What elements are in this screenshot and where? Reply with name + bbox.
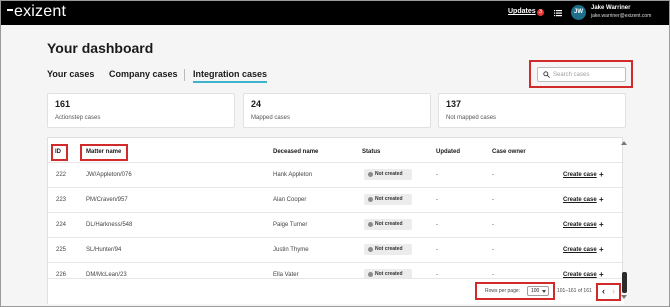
rows-per-page-value: 100 [531, 288, 540, 294]
rows-per-page-label: Rows per page: [485, 288, 521, 294]
status-badge: Not created [364, 244, 412, 255]
top-bar: exizent Updates 3 JW Jake Warriner jake.… [1, 1, 669, 25]
plus-icon[interactable]: + [599, 170, 604, 179]
rows-per-page-highlight: Rows per page: 100 [475, 282, 555, 300]
user-email: jake.warriner@exizent.com [591, 13, 652, 19]
cell-case-owner: - [492, 247, 494, 253]
search-icon [543, 71, 550, 78]
cell-case-owner: - [492, 172, 494, 178]
status-dot-icon [368, 197, 373, 202]
plus-icon[interactable]: + [599, 195, 604, 204]
cases-table: ID Matter name Deceased name Status Upda… [47, 137, 627, 304]
pagination-range: 101–161 of 161 [557, 288, 592, 294]
status-text: Not created [375, 196, 403, 202]
cell-matter-name: PM/Craven/957 [86, 197, 128, 203]
page-title: Your dashboard [47, 40, 154, 56]
list-icon[interactable] [554, 9, 562, 17]
tab-integration-cases[interactable]: Integration cases [193, 69, 268, 83]
page-nav-highlight: ‹ › [596, 283, 621, 301]
scroll-down-icon[interactable] [621, 295, 627, 299]
cell-deceased-name: Paige Turner [273, 222, 308, 228]
stat-value: 161 [55, 99, 71, 109]
cell-case-owner: - [492, 197, 494, 203]
cell-matter-name: JW/Appleton/076 [86, 172, 132, 178]
table-row: 223 PM/Craven/957 Alan Cooper Not create… [48, 187, 624, 212]
stat-label: Mapped cases [251, 115, 291, 121]
cell-updated: - [436, 172, 438, 178]
status-text: Not created [375, 271, 403, 277]
updates-count-badge: 3 [537, 9, 544, 16]
exizent-logo[interactable]: exizent [7, 3, 66, 21]
logo-text: exizent [14, 3, 67, 20]
cell-updated: - [436, 197, 438, 203]
scrollbar-thumb[interactable] [622, 272, 627, 293]
next-page-icon[interactable]: › [612, 286, 615, 296]
column-header-matter-name[interactable]: Matter name [86, 149, 121, 155]
cell-matter-name: DL/Harkness/548 [86, 222, 133, 228]
cell-deceased-name: Hank Appleton [273, 172, 313, 178]
table-pagination: Rows per page: 100 101–161 of 161 ‹ › [48, 278, 624, 304]
table-row: 222 JW/Appleton/076 Hank Appleton Not cr… [48, 162, 624, 187]
avatar[interactable]: JW [571, 5, 586, 20]
cell-id: 223 [56, 197, 67, 203]
status-dot-icon [368, 272, 373, 277]
tab-divider [184, 69, 185, 81]
column-header-updated[interactable]: Updated [436, 149, 460, 155]
user-name: Jake Warriner [591, 5, 631, 11]
create-case-link[interactable]: Create case [563, 197, 597, 203]
tab-company-cases[interactable]: Company cases [109, 69, 178, 79]
cell-id: 222 [56, 172, 67, 178]
column-header-case-owner[interactable]: Case owner [492, 149, 526, 155]
cell-case-owner: - [492, 222, 494, 228]
cell-matter-name: SL/Hunter/94 [86, 247, 122, 253]
stat-value: 137 [446, 99, 462, 109]
plus-icon[interactable]: + [599, 245, 604, 254]
status-text: Not created [375, 246, 403, 252]
stat-label: Not mapped cases [446, 115, 497, 121]
search-input[interactable]: Search cases [537, 67, 626, 82]
column-header-id[interactable]: ID [55, 149, 61, 155]
table-row: 226 DM/McLean/23 Ella Vater Not created … [48, 262, 624, 280]
scroll-up-icon[interactable] [621, 141, 627, 145]
create-case-link[interactable]: Create case [563, 222, 597, 228]
column-header-status[interactable]: Status [362, 149, 380, 155]
status-dot-icon [368, 172, 373, 177]
cell-id: 224 [56, 222, 67, 228]
search-placeholder: Search cases [553, 72, 590, 78]
stat-card-not-mapped: 137 Not mapped cases [438, 93, 626, 128]
tab-your-cases[interactable]: Your cases [47, 69, 94, 79]
stat-card-mapped: 24 Mapped cases [243, 93, 431, 128]
updates-link[interactable]: Updates [508, 8, 536, 15]
plus-icon[interactable]: + [599, 220, 604, 229]
stat-card-actionstep: 161 Actionstep cases [47, 93, 235, 128]
column-header-deceased-name[interactable]: Deceased name [273, 149, 318, 155]
status-badge: Not created [364, 219, 412, 230]
status-badge: Not created [364, 194, 412, 205]
previous-page-icon[interactable]: ‹ [602, 286, 605, 296]
caret-down-icon [542, 290, 546, 293]
status-text: Not created [375, 171, 403, 177]
cell-updated: - [436, 247, 438, 253]
search-highlight: Search cases [529, 60, 633, 88]
status-text: Not created [375, 221, 403, 227]
logo-mark-icon [7, 8, 13, 11]
cell-id: 225 [56, 247, 67, 253]
create-case-link[interactable]: Create case [563, 247, 597, 253]
status-dot-icon [368, 247, 373, 252]
status-dot-icon [368, 222, 373, 227]
cell-updated: - [436, 222, 438, 228]
stat-label: Actionstep cases [55, 115, 101, 121]
cell-deceased-name: Justin Thyme [273, 247, 309, 253]
table-row: 224 DL/Harkness/548 Paige Turner Not cre… [48, 212, 624, 237]
rows-per-page-select[interactable]: 100 [527, 286, 549, 296]
create-case-link[interactable]: Create case [563, 172, 597, 178]
stat-value: 24 [251, 99, 262, 109]
app-window: exizent Updates 3 JW Jake Warriner jake.… [0, 0, 670, 307]
cell-deceased-name: Alan Cooper [273, 197, 307, 203]
table-row: 225 SL/Hunter/94 Justin Thyme Not create… [48, 237, 624, 262]
status-badge: Not created [364, 169, 412, 180]
